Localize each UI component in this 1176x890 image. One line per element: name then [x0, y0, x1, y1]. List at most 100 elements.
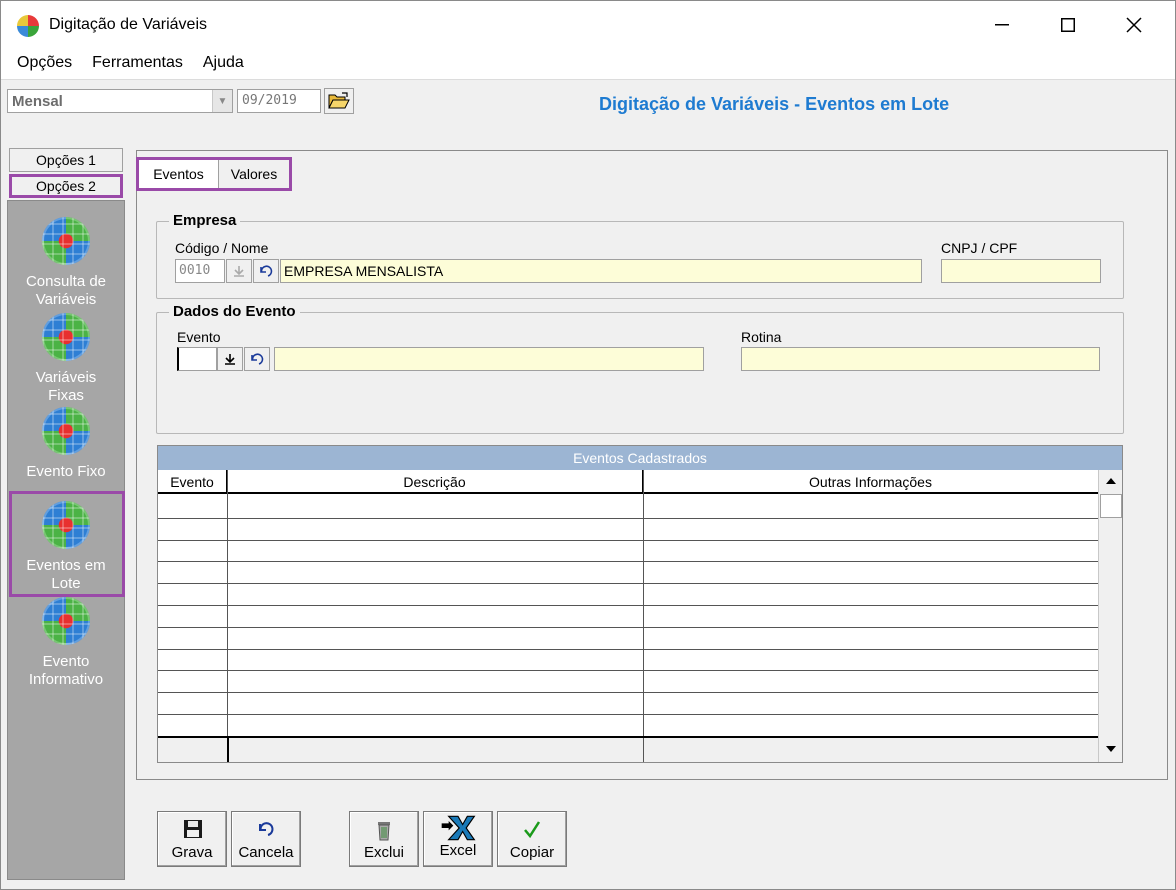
app-icon — [17, 15, 39, 37]
rotina-label: Rotina — [741, 329, 782, 345]
chevron-down-icon[interactable]: ▼ — [212, 90, 232, 112]
sidebar-item-label: Consulta de Variáveis — [25, 273, 107, 308]
tab-strip: Eventos Valores — [136, 157, 292, 191]
undo-icon — [260, 265, 273, 277]
grid-title: Eventos Cadastrados — [158, 446, 1122, 470]
competence-date-input[interactable]: 09/2019 — [237, 89, 321, 113]
globe-icon — [42, 597, 90, 645]
period-select[interactable]: Mensal ▼ — [7, 89, 233, 113]
scroll-thumb[interactable] — [1100, 494, 1122, 518]
grava-label: Grava — [171, 844, 213, 861]
scroll-up-button[interactable] — [1099, 470, 1122, 492]
exclui-button[interactable]: Exclui — [349, 811, 419, 867]
cnpj-cpf-input[interactable] — [941, 259, 1101, 283]
evento-undo-button[interactable] — [244, 347, 270, 371]
grid-column-divider — [643, 470, 644, 762]
title-bar: Digitação de Variáveis — [1, 1, 1175, 51]
sidebar-item-label: Evento Fixo — [26, 463, 106, 480]
arrow-down-icon — [1106, 746, 1116, 752]
grid-column-divider — [227, 470, 228, 762]
trash-icon — [378, 822, 390, 841]
download-arrow-icon — [225, 354, 235, 365]
empresa-lookup-button[interactable] — [226, 259, 252, 283]
col-head-descricao[interactable]: Descrição — [227, 470, 643, 494]
undo-icon — [251, 353, 264, 365]
scroll-down-button[interactable] — [1099, 738, 1122, 760]
exclui-label: Exclui — [363, 844, 404, 861]
dados-evento-group-title: Dados do Evento — [169, 303, 300, 320]
col-head-evento[interactable]: Evento — [158, 470, 227, 494]
side-tab-opcoes-2[interactable]: Opções 2 — [9, 174, 123, 198]
window-title: Digitação de Variáveis — [49, 16, 208, 33]
globe-icon — [42, 313, 90, 361]
cancela-label: Cancela — [238, 844, 294, 861]
sidebar-item-label: Evento Informativo — [28, 653, 104, 688]
globe-icon — [42, 407, 90, 455]
menu-ajuda[interactable]: Ajuda — [193, 51, 254, 79]
application-window: Digitação de Variáveis Opções Ferramenta… — [0, 0, 1176, 890]
empresa-code-input[interactable]: 0010 — [175, 259, 225, 283]
close-icon — [1126, 17, 1142, 33]
tab-eventos[interactable]: Eventos — [139, 160, 219, 188]
grid-row-line — [158, 714, 1098, 715]
grid-header-row: Evento Descrição Outras Informações — [158, 470, 1098, 494]
grid-row-line — [158, 626, 1098, 628]
close-button[interactable] — [1111, 7, 1157, 43]
selected-item-highlight — [9, 491, 125, 597]
empresa-undo-button[interactable] — [253, 259, 279, 283]
menu-bar: Opções Ferramentas Ajuda — [1, 51, 1175, 79]
grid-row-line — [158, 583, 1098, 585]
sidebar-item-consulta-variaveis[interactable]: Consulta de Variáveis — [8, 217, 124, 309]
minimize-icon — [995, 24, 1009, 26]
sidebar-item-evento-informativo[interactable]: Evento Informativo — [8, 597, 124, 689]
grid-row-line — [158, 605, 1098, 606]
checkmark-icon — [524, 821, 541, 839]
dados-evento-group — [156, 312, 1124, 434]
codigo-nome-label: Código / Nome — [175, 240, 269, 256]
folder-open-icon — [328, 92, 350, 109]
col-head-outras-informacoes[interactable]: Outras Informações — [643, 470, 1098, 494]
sidebar-item-evento-fixo[interactable]: Evento Fixo — [8, 407, 124, 481]
grid-footer-row — [158, 736, 1098, 762]
grid-row-line — [158, 648, 1098, 650]
grid-row-line — [158, 561, 1098, 563]
evento-code-input[interactable] — [177, 347, 217, 371]
maximize-button[interactable] — [1045, 7, 1091, 43]
excel-button[interactable]: Excel — [423, 811, 493, 867]
excel-icon — [441, 815, 476, 841]
grid-row-line — [158, 517, 1098, 519]
minimize-button[interactable] — [979, 7, 1025, 43]
maximize-icon — [1061, 18, 1075, 32]
menu-opcoes[interactable]: Opções — [1, 51, 82, 79]
side-tab-opcoes-1[interactable]: Opções 1 — [9, 148, 123, 172]
save-icon — [184, 820, 202, 838]
copiar-label: Copiar — [509, 844, 555, 861]
grid-row-line — [158, 539, 1098, 541]
page-heading: Digitação de Variáveis - Eventos em Lote — [599, 94, 950, 114]
excel-label: Excel — [439, 842, 477, 859]
evento-label: Evento — [177, 329, 221, 345]
grid-row-line — [158, 692, 1098, 694]
rotina-input[interactable] — [741, 347, 1100, 371]
download-arrow-icon — [234, 266, 244, 277]
sidebar-item-variaveis-fixas[interactable]: Variáveis Fixas — [8, 313, 124, 405]
menu-ferramentas[interactable]: Ferramentas — [82, 51, 193, 79]
arrow-up-icon — [1106, 478, 1116, 484]
globe-icon — [42, 217, 90, 265]
period-value: Mensal — [12, 93, 63, 110]
vertical-scrollbar[interactable] — [1098, 470, 1122, 762]
copiar-button[interactable]: Copiar — [497, 811, 567, 867]
eventos-cadastrados-grid: Eventos Cadastrados Evento Descrição Out… — [157, 445, 1123, 763]
grava-button[interactable]: Grava — [157, 811, 227, 867]
empresa-group-title: Empresa — [169, 212, 241, 229]
tab-valores[interactable]: Valores — [219, 160, 289, 188]
evento-lookup-button[interactable] — [217, 347, 243, 371]
empresa-name-input[interactable]: EMPRESA MENSALISTA — [280, 259, 922, 283]
sidebar-item-label: Variáveis Fixas — [35, 369, 97, 404]
cnpj-cpf-label: CNPJ / CPF — [941, 240, 1018, 256]
undo-icon — [259, 822, 274, 836]
toolbar: Mensal ▼ 09/2019 Digitação de Variáveis … — [1, 79, 1175, 145]
evento-name-input[interactable] — [274, 347, 704, 371]
open-folder-button[interactable] — [324, 88, 354, 114]
cancela-button[interactable]: Cancela — [231, 811, 301, 867]
